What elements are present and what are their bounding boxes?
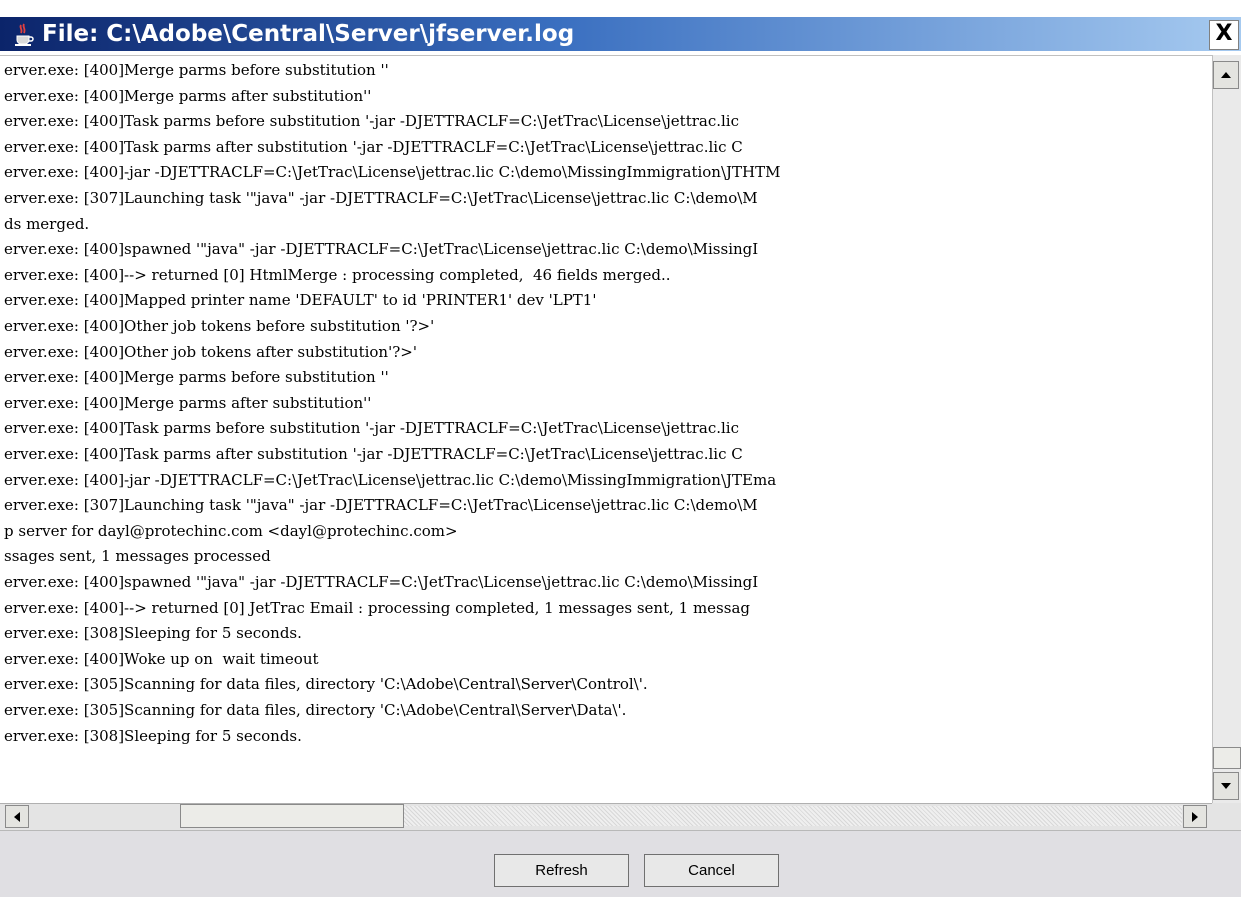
scroll-up-button[interactable] (1213, 61, 1239, 89)
window-title: File: C:\Adobe\Central\Server\jfserver.l… (42, 21, 575, 47)
log-line: ssages sent, 1 messages processed (4, 547, 271, 566)
log-line: erver.exe: [400]Task parms after substit… (4, 445, 743, 463)
log-line: erver.exe: [400]Merge parms after substi… (4, 86, 372, 105)
close-button[interactable]: X (1209, 20, 1239, 50)
log-line: erver.exe: [307]Launching task '"java" -… (4, 189, 758, 207)
log-line: erver.exe: [400]Task parms before substi… (4, 419, 740, 438)
log-text-area[interactable]: erver.exe: [400]Merge parms before subst… (0, 55, 1212, 804)
log-line: ds merged. (4, 214, 90, 233)
log-line: erver.exe: [400]--> returned [0] HtmlMer… (4, 265, 671, 284)
log-line: erver.exe: [400]Task parms after substit… (4, 137, 743, 156)
log-line: erver.exe: [400]-jar -DJETTRACLF=C:\JetT… (4, 163, 781, 182)
log-line: erver.exe: [400]Merge parms before subst… (4, 61, 389, 79)
scroll-right-button[interactable] (1183, 805, 1207, 828)
arrow-right-icon (1192, 811, 1198, 822)
log-line: erver.exe: [400]--> returned [0] JetTrac… (4, 598, 750, 617)
java-cup-icon (15, 23, 34, 46)
title-bar[interactable]: File: C:\Adobe\Central\Server\jfserver.l… (0, 17, 1241, 51)
scrollbar-corner (1212, 803, 1241, 830)
arrow-down-icon (1221, 783, 1231, 789)
log-line: erver.exe: [400]spawned '"java" -jar -DJ… (4, 573, 759, 591)
log-line: erver.exe: [308]Sleeping for 5 seconds. (4, 726, 302, 745)
log-line: erver.exe: [400]Woke up on wait timeout (4, 649, 319, 668)
log-line: p server for dayl@protechinc.com <dayl@p… (4, 521, 458, 540)
log-line: erver.exe: [400]Other job tokens before … (4, 317, 435, 335)
log-line: erver.exe: [400]Other job tokens after s… (4, 342, 417, 361)
arrow-left-icon (14, 811, 20, 822)
vertical-scroll-thumb[interactable] (1213, 747, 1241, 769)
scroll-down-button[interactable] (1213, 772, 1239, 800)
vertical-scrollbar[interactable] (1212, 55, 1241, 805)
arrow-up-icon (1221, 72, 1231, 78)
log-line: erver.exe: [400]Task parms before substi… (4, 112, 740, 131)
log-line: erver.exe: [400]Mapped printer name 'DEF… (4, 291, 597, 310)
log-line: erver.exe: [307]Launching task '"java" -… (4, 496, 758, 515)
log-line: erver.exe: [305]Scanning for data files,… (4, 701, 627, 719)
scroll-left-button[interactable] (5, 805, 29, 828)
log-line: erver.exe: [400]-jar -DJETTRACLF=C:\JetT… (4, 470, 777, 489)
cancel-button[interactable]: Cancel (644, 854, 779, 887)
log-line: erver.exe: [308]Sleeping for 5 seconds. (4, 624, 302, 643)
log-line: erver.exe: [305]Scanning for data files,… (4, 675, 648, 694)
refresh-button[interactable]: Refresh (494, 854, 629, 887)
log-line: erver.exe: [400]Merge parms before subst… (4, 368, 389, 387)
log-line: erver.exe: [400]spawned '"java" -jar -DJ… (4, 240, 759, 259)
log-line: erver.exe: [400]Merge parms after substi… (4, 393, 372, 412)
horizontal-scroll-thumb[interactable] (180, 804, 404, 828)
horizontal-scroll-track[interactable] (404, 806, 1182, 826)
